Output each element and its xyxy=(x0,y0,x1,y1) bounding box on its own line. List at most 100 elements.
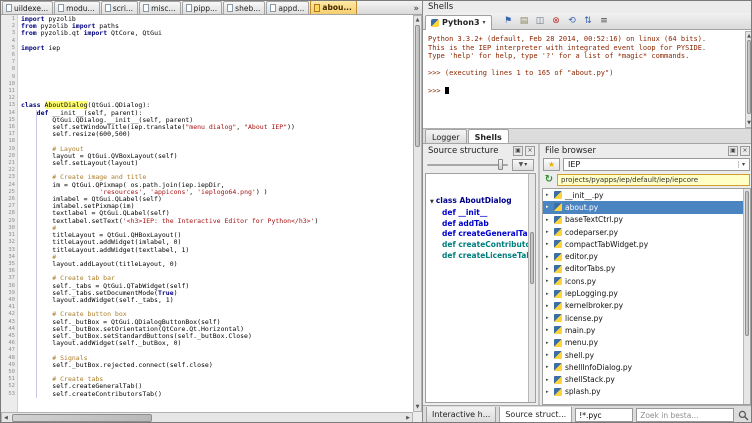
collapsed-arrow-icon[interactable]: ▸ xyxy=(546,217,551,223)
collapsed-arrow-icon[interactable]: ▸ xyxy=(546,352,551,358)
editor-vertical-scrollbar[interactable]: ▲ ▼ xyxy=(413,15,422,412)
source-item[interactable]: def addTab xyxy=(426,219,535,230)
editor-tab[interactable]: modu... xyxy=(54,1,100,14)
scroll-left-arrow-icon[interactable]: ◀ xyxy=(4,415,8,421)
editor-horizontal-scrollbar[interactable]: ◀ ▶ xyxy=(1,412,413,423)
line-number: 1 xyxy=(1,16,15,23)
collapsed-arrow-icon[interactable]: ▸ xyxy=(546,364,551,370)
file-row[interactable]: ▸codeparser.py xyxy=(543,226,750,238)
collapsed-arrow-icon[interactable]: ▸ xyxy=(546,254,551,260)
file-row[interactable]: ▸icons.py xyxy=(543,275,750,287)
source-structure-tree[interactable]: ▼class AboutDialogdef __init__def addTab… xyxy=(425,173,536,403)
shell-stack-tab[interactable]: Logger xyxy=(425,129,467,143)
collapsed-arrow-icon[interactable]: ▸ xyxy=(546,291,551,297)
scrollbar-thumb[interactable] xyxy=(745,191,749,336)
collapsed-arrow-icon[interactable]: ▸ xyxy=(546,340,551,346)
scroll-down-arrow-icon[interactable]: ▼ xyxy=(414,404,421,410)
path-input[interactable]: projects/pyapps/iep/default/iep/iepcore xyxy=(557,174,750,186)
scroll-down-arrow-icon[interactable]: ▼ xyxy=(746,120,752,126)
file-row[interactable]: ▸kernelbroker.py xyxy=(543,300,750,312)
editor-tab[interactable]: abou... xyxy=(310,1,356,14)
code-area[interactable]: import pyzolibfrom pyzolib import pathsf… xyxy=(18,15,413,412)
detach-panel-icon[interactable]: ▣ xyxy=(513,146,523,156)
collapsed-arrow-icon[interactable]: ▸ xyxy=(546,192,551,198)
file-row[interactable]: ▸about.py xyxy=(543,201,750,213)
collapsed-arrow-icon[interactable]: ▸ xyxy=(546,278,551,284)
file-row[interactable]: ▸splash.py xyxy=(543,386,750,398)
collapsed-arrow-icon[interactable]: ▸ xyxy=(546,266,551,272)
scrollbar-thumb[interactable] xyxy=(12,414,152,422)
scroll-up-arrow-icon[interactable]: ▲ xyxy=(414,17,421,23)
collapsed-arrow-icon[interactable]: ▸ xyxy=(546,229,551,235)
shell-output[interactable]: Python 3.3.2+ (default, Feb 28 2014, 00:… xyxy=(423,30,752,129)
source-item[interactable]: def createLicenseTab xyxy=(426,251,535,262)
file-list-scrollbar[interactable] xyxy=(743,189,750,404)
collapsed-arrow-icon[interactable]: ▸ xyxy=(546,303,551,309)
file-row[interactable]: ▸compactTabWidget.py xyxy=(543,238,750,250)
editor-tab[interactable]: sheb... xyxy=(223,1,265,14)
file-row[interactable]: ▸shellStack.py xyxy=(543,373,750,385)
file-row[interactable]: ▸license.py xyxy=(543,312,750,324)
close-panel-icon[interactable]: × xyxy=(740,146,750,156)
star-bookmark-button[interactable]: ★ xyxy=(543,158,560,171)
collapsed-arrow-icon[interactable]: ▸ xyxy=(546,315,551,321)
tree-scrollbar[interactable] xyxy=(528,174,535,402)
tool-tab[interactable]: Source struct... xyxy=(499,407,572,423)
tab-overflow-button[interactable]: » xyxy=(410,4,422,14)
search-in-files-input[interactable] xyxy=(636,408,734,422)
restart-icon[interactable]: ⟲ xyxy=(566,15,579,28)
scroll-sync-icon[interactable]: ⇅ xyxy=(582,15,595,28)
refresh-icon[interactable]: ↻ xyxy=(543,174,555,185)
collapsed-arrow-icon[interactable]: ▸ xyxy=(546,389,551,395)
file-row[interactable]: ▸editor.py xyxy=(543,250,750,262)
file-row[interactable]: ▸__init__.py xyxy=(543,189,750,201)
file-icon xyxy=(105,4,111,12)
editor-tab[interactable]: misc... xyxy=(139,1,181,14)
source-item[interactable]: def createContributors... xyxy=(426,240,535,251)
file-row[interactable]: ▸iepLogging.py xyxy=(543,287,750,299)
shell-scrollbar[interactable]: ▲ ▼ xyxy=(745,31,752,128)
editor-tab[interactable]: scri... xyxy=(101,1,138,14)
search-icon[interactable] xyxy=(737,406,750,423)
scrollbar-thumb[interactable] xyxy=(415,25,420,147)
scrollbar-thumb[interactable] xyxy=(530,232,534,284)
collapsed-arrow-icon[interactable]: ▸ xyxy=(546,327,551,333)
filter-button[interactable]: ▼ ▾ xyxy=(512,159,534,171)
scroll-right-arrow-icon[interactable]: ▶ xyxy=(406,415,410,421)
duplicate-tab-icon[interactable]: ◫ xyxy=(534,15,547,28)
expanded-arrow-icon[interactable]: ▼ xyxy=(430,199,434,205)
file-row[interactable]: ▸shellInfoDialog.py xyxy=(543,361,750,373)
source-item[interactable]: def createGeneralTab xyxy=(426,229,535,240)
depth-slider[interactable] xyxy=(427,159,508,170)
shell-tab-python3[interactable]: Python3 ▾ xyxy=(425,15,492,30)
tool-tab[interactable]: Interactive h... xyxy=(426,407,496,423)
interrupt-icon[interactable]: ⚑ xyxy=(502,15,515,28)
shell-stack-tab[interactable]: Shells xyxy=(468,129,509,143)
file-row[interactable]: ▸main.py xyxy=(543,324,750,336)
scrollbar-thumb[interactable] xyxy=(747,40,751,114)
file-row[interactable]: ▸baseTextCtrl.py xyxy=(543,214,750,226)
file-list[interactable]: ▸__init__.py▸about.py▸baseTextCtrl.py▸co… xyxy=(542,188,751,405)
code-editor[interactable]: 1234567891011121314151617181920212223242… xyxy=(1,15,413,412)
editor-tab[interactable]: pipp... xyxy=(182,1,223,14)
terminate-icon[interactable]: ⊗ xyxy=(550,15,563,28)
menu-icon[interactable]: ≡ xyxy=(598,15,611,28)
source-item[interactable]: def __init__ xyxy=(426,208,535,219)
close-panel-icon[interactable]: × xyxy=(525,146,535,156)
file-row[interactable]: ▸editorTabs.py xyxy=(543,263,750,275)
file-row[interactable]: ▸menu.py xyxy=(543,337,750,349)
editor-tab[interactable]: uildexe... xyxy=(2,1,53,14)
collapsed-arrow-icon[interactable]: ▸ xyxy=(546,377,551,383)
file-row[interactable]: ▸shell.py xyxy=(543,349,750,361)
collapsed-arrow-icon[interactable]: ▸ xyxy=(546,241,551,247)
editor-tab[interactable]: appd... xyxy=(266,1,309,14)
slider-handle[interactable] xyxy=(498,159,503,170)
project-select[interactable]: IEP ▾ xyxy=(563,158,750,171)
paste-icon[interactable]: ▤ xyxy=(518,15,531,28)
collapsed-arrow-icon[interactable]: ▸ xyxy=(546,204,551,210)
filename-filter-input[interactable] xyxy=(575,408,633,422)
scroll-up-arrow-icon[interactable]: ▲ xyxy=(746,33,752,39)
detach-panel-icon[interactable]: ▣ xyxy=(728,146,738,156)
line-number: 5 xyxy=(1,45,15,52)
source-item[interactable]: ▼class AboutDialog xyxy=(426,196,535,208)
